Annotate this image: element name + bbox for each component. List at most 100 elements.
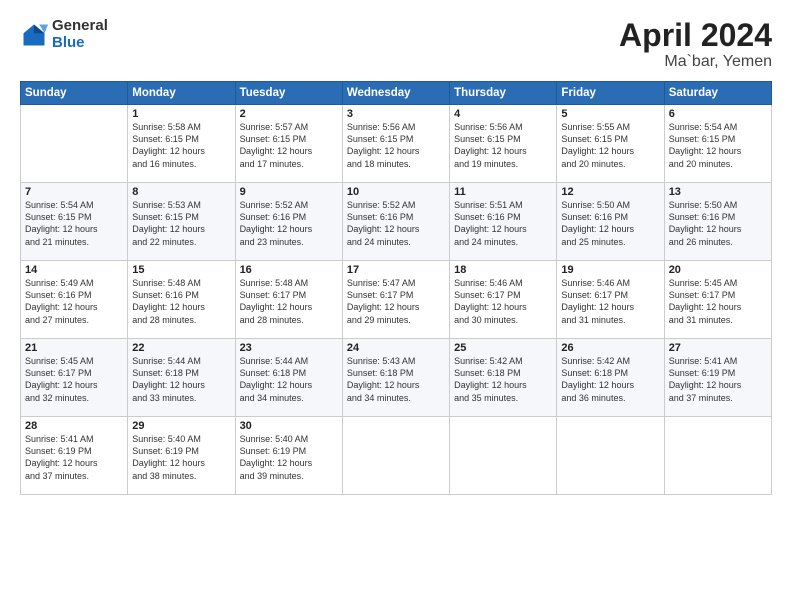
day-number: 17 [347, 264, 445, 276]
cell-info: Sunrise: 5:45 AM Sunset: 6:17 PM Dayligh… [669, 277, 767, 326]
week-row-0: 1Sunrise: 5:58 AM Sunset: 6:15 PM Daylig… [21, 105, 772, 183]
cell-1-4: 11Sunrise: 5:51 AM Sunset: 6:16 PM Dayli… [450, 183, 557, 261]
cell-info: Sunrise: 5:51 AM Sunset: 6:16 PM Dayligh… [454, 199, 552, 248]
day-number: 30 [240, 420, 338, 432]
cell-3-0: 21Sunrise: 5:45 AM Sunset: 6:17 PM Dayli… [21, 339, 128, 417]
day-number: 9 [240, 186, 338, 198]
day-number: 22 [132, 342, 230, 354]
cell-info: Sunrise: 5:55 AM Sunset: 6:15 PM Dayligh… [561, 121, 659, 170]
cell-2-0: 14Sunrise: 5:49 AM Sunset: 6:16 PM Dayli… [21, 261, 128, 339]
day-number: 3 [347, 108, 445, 120]
day-number: 7 [25, 186, 123, 198]
cell-info: Sunrise: 5:58 AM Sunset: 6:15 PM Dayligh… [132, 121, 230, 170]
day-number: 24 [347, 342, 445, 354]
location: Ma`bar, Yemen [619, 53, 772, 71]
cell-info: Sunrise: 5:41 AM Sunset: 6:19 PM Dayligh… [25, 433, 123, 482]
cell-info: Sunrise: 5:40 AM Sunset: 6:19 PM Dayligh… [132, 433, 230, 482]
day-number: 14 [25, 264, 123, 276]
col-sunday: Sunday [21, 82, 128, 105]
week-row-1: 7Sunrise: 5:54 AM Sunset: 6:15 PM Daylig… [21, 183, 772, 261]
day-number: 23 [240, 342, 338, 354]
cell-info: Sunrise: 5:52 AM Sunset: 6:16 PM Dayligh… [347, 199, 445, 248]
cell-info: Sunrise: 5:48 AM Sunset: 6:17 PM Dayligh… [240, 277, 338, 326]
day-number: 10 [347, 186, 445, 198]
cell-1-3: 10Sunrise: 5:52 AM Sunset: 6:16 PM Dayli… [342, 183, 449, 261]
week-row-3: 21Sunrise: 5:45 AM Sunset: 6:17 PM Dayli… [21, 339, 772, 417]
cell-0-6: 6Sunrise: 5:54 AM Sunset: 6:15 PM Daylig… [664, 105, 771, 183]
day-number: 1 [132, 108, 230, 120]
month-title: April 2024 [619, 18, 772, 53]
day-number: 6 [669, 108, 767, 120]
day-number: 16 [240, 264, 338, 276]
day-number: 19 [561, 264, 659, 276]
cell-0-2: 2Sunrise: 5:57 AM Sunset: 6:15 PM Daylig… [235, 105, 342, 183]
cell-info: Sunrise: 5:42 AM Sunset: 6:18 PM Dayligh… [454, 355, 552, 404]
cell-4-5 [557, 417, 664, 495]
cell-4-3 [342, 417, 449, 495]
day-number: 5 [561, 108, 659, 120]
week-row-2: 14Sunrise: 5:49 AM Sunset: 6:16 PM Dayli… [21, 261, 772, 339]
cell-info: Sunrise: 5:42 AM Sunset: 6:18 PM Dayligh… [561, 355, 659, 404]
cell-0-0 [21, 105, 128, 183]
cell-info: Sunrise: 5:45 AM Sunset: 6:17 PM Dayligh… [25, 355, 123, 404]
cell-3-5: 26Sunrise: 5:42 AM Sunset: 6:18 PM Dayli… [557, 339, 664, 417]
day-number: 12 [561, 186, 659, 198]
cell-4-2: 30Sunrise: 5:40 AM Sunset: 6:19 PM Dayli… [235, 417, 342, 495]
cell-1-2: 9Sunrise: 5:52 AM Sunset: 6:16 PM Daylig… [235, 183, 342, 261]
cell-1-1: 8Sunrise: 5:53 AM Sunset: 6:15 PM Daylig… [128, 183, 235, 261]
cell-info: Sunrise: 5:48 AM Sunset: 6:16 PM Dayligh… [132, 277, 230, 326]
cell-4-4 [450, 417, 557, 495]
cell-2-5: 19Sunrise: 5:46 AM Sunset: 6:17 PM Dayli… [557, 261, 664, 339]
day-number: 28 [25, 420, 123, 432]
day-number: 18 [454, 264, 552, 276]
header-row: Sunday Monday Tuesday Wednesday Thursday… [21, 82, 772, 105]
cell-4-1: 29Sunrise: 5:40 AM Sunset: 6:19 PM Dayli… [128, 417, 235, 495]
day-number: 11 [454, 186, 552, 198]
cell-info: Sunrise: 5:50 AM Sunset: 6:16 PM Dayligh… [669, 199, 767, 248]
cell-3-6: 27Sunrise: 5:41 AM Sunset: 6:19 PM Dayli… [664, 339, 771, 417]
cell-2-4: 18Sunrise: 5:46 AM Sunset: 6:17 PM Dayli… [450, 261, 557, 339]
cell-info: Sunrise: 5:53 AM Sunset: 6:15 PM Dayligh… [132, 199, 230, 248]
cell-info: Sunrise: 5:52 AM Sunset: 6:16 PM Dayligh… [240, 199, 338, 248]
logo-text: General Blue [52, 18, 108, 51]
calendar-table: Sunday Monday Tuesday Wednesday Thursday… [20, 81, 772, 495]
cell-info: Sunrise: 5:57 AM Sunset: 6:15 PM Dayligh… [240, 121, 338, 170]
day-number: 4 [454, 108, 552, 120]
cell-info: Sunrise: 5:49 AM Sunset: 6:16 PM Dayligh… [25, 277, 123, 326]
cell-info: Sunrise: 5:54 AM Sunset: 6:15 PM Dayligh… [669, 121, 767, 170]
cell-info: Sunrise: 5:47 AM Sunset: 6:17 PM Dayligh… [347, 277, 445, 326]
day-number: 29 [132, 420, 230, 432]
day-number: 21 [25, 342, 123, 354]
cell-info: Sunrise: 5:41 AM Sunset: 6:19 PM Dayligh… [669, 355, 767, 404]
cell-3-1: 22Sunrise: 5:44 AM Sunset: 6:18 PM Dayli… [128, 339, 235, 417]
cell-info: Sunrise: 5:44 AM Sunset: 6:18 PM Dayligh… [240, 355, 338, 404]
cell-0-1: 1Sunrise: 5:58 AM Sunset: 6:15 PM Daylig… [128, 105, 235, 183]
cell-info: Sunrise: 5:50 AM Sunset: 6:16 PM Dayligh… [561, 199, 659, 248]
cell-2-3: 17Sunrise: 5:47 AM Sunset: 6:17 PM Dayli… [342, 261, 449, 339]
cell-info: Sunrise: 5:43 AM Sunset: 6:18 PM Dayligh… [347, 355, 445, 404]
cell-2-2: 16Sunrise: 5:48 AM Sunset: 6:17 PM Dayli… [235, 261, 342, 339]
day-number: 27 [669, 342, 767, 354]
cell-info: Sunrise: 5:56 AM Sunset: 6:15 PM Dayligh… [347, 121, 445, 170]
day-number: 25 [454, 342, 552, 354]
cell-info: Sunrise: 5:54 AM Sunset: 6:15 PM Dayligh… [25, 199, 123, 248]
logo-blue: Blue [52, 35, 108, 52]
cell-info: Sunrise: 5:56 AM Sunset: 6:15 PM Dayligh… [454, 121, 552, 170]
day-number: 15 [132, 264, 230, 276]
cell-2-1: 15Sunrise: 5:48 AM Sunset: 6:16 PM Dayli… [128, 261, 235, 339]
col-thursday: Thursday [450, 82, 557, 105]
col-saturday: Saturday [664, 82, 771, 105]
title-block: April 2024 Ma`bar, Yemen [619, 18, 772, 71]
col-friday: Friday [557, 82, 664, 105]
cell-0-3: 3Sunrise: 5:56 AM Sunset: 6:15 PM Daylig… [342, 105, 449, 183]
week-row-4: 28Sunrise: 5:41 AM Sunset: 6:19 PM Dayli… [21, 417, 772, 495]
day-number: 20 [669, 264, 767, 276]
cell-0-5: 5Sunrise: 5:55 AM Sunset: 6:15 PM Daylig… [557, 105, 664, 183]
col-tuesday: Tuesday [235, 82, 342, 105]
page: General Blue April 2024 Ma`bar, Yemen Su… [0, 0, 792, 612]
cell-0-4: 4Sunrise: 5:56 AM Sunset: 6:15 PM Daylig… [450, 105, 557, 183]
cell-info: Sunrise: 5:46 AM Sunset: 6:17 PM Dayligh… [454, 277, 552, 326]
day-number: 13 [669, 186, 767, 198]
cell-1-0: 7Sunrise: 5:54 AM Sunset: 6:15 PM Daylig… [21, 183, 128, 261]
cell-4-6 [664, 417, 771, 495]
